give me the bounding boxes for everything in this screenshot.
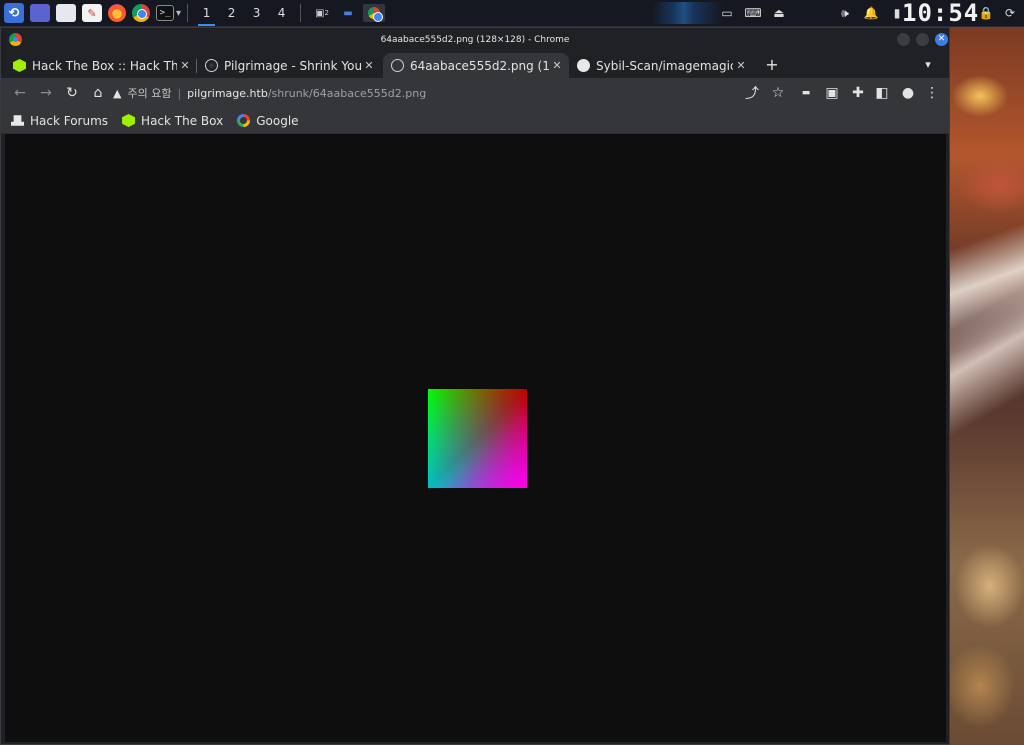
extensions-puzzle-icon[interactable]: ✚	[845, 80, 871, 106]
back-button[interactable]: ←	[7, 80, 33, 106]
lock-icon[interactable]: 🔒	[974, 6, 998, 20]
chrome-window-indicator[interactable]	[363, 4, 386, 22]
close-tab-icon[interactable]: ✕	[549, 59, 565, 72]
chevron-down-icon[interactable]: ▾	[176, 8, 181, 19]
close-tab-icon[interactable]: ✕	[733, 59, 749, 72]
workspace-3[interactable]: 3	[244, 0, 269, 26]
chrome-icon[interactable]	[132, 4, 150, 22]
chrome-window: 64aabace555d2.png (128×128) - Chrome ✕ H…	[0, 27, 950, 745]
bookmark-label: Google	[256, 113, 299, 128]
close-tab-icon[interactable]: ✕	[177, 59, 193, 72]
logout-icon[interactable]: ⟳	[998, 6, 1022, 20]
side-panel-icon[interactable]: ◧	[869, 80, 895, 106]
globe-icon	[391, 59, 404, 72]
minimize-button[interactable]	[897, 33, 910, 46]
monitor-icon[interactable]: ▭	[714, 6, 740, 20]
keyboard-icon[interactable]: ⌨	[740, 6, 766, 20]
system-tray: ▭ ⌨ ⏏ 🕪 🔔 ▮	[714, 0, 910, 26]
close-button[interactable]: ✕	[935, 33, 948, 46]
desktop-icon[interactable]	[30, 4, 50, 22]
share-icon[interactable]: ⤴	[739, 80, 765, 106]
close-tab-icon[interactable]: ✕	[361, 59, 377, 72]
bookmark-star-icon[interactable]: ☆	[765, 80, 791, 106]
hackforums-icon	[11, 115, 24, 126]
gradient-image[interactable]	[428, 389, 527, 488]
notification-bell-icon[interactable]: 🔔	[858, 6, 884, 20]
tab-hack-the-box[interactable]: Hack The Box :: Hack The Box ✕	[5, 53, 197, 78]
tab-label: Hack The Box :: Hack The Box	[32, 58, 177, 73]
tab-label: Pilgrimage - Shrink Your Images	[224, 58, 361, 73]
menu-kebab-icon[interactable]: ⋮	[919, 80, 945, 106]
address-divider: |	[177, 86, 182, 100]
volume-icon[interactable]: 🕪	[832, 6, 858, 21]
system-tray-right: 🔒 ⟳	[974, 0, 1022, 26]
folder-icon[interactable]	[56, 4, 76, 22]
workspace-1[interactable]: 1	[194, 0, 219, 26]
htb-cube-icon	[13, 59, 26, 72]
bookmark-label: Hack The Box	[141, 113, 224, 128]
panel-separator	[300, 4, 302, 22]
tab-label: 64aabace555d2.png (128×128)	[410, 58, 549, 73]
new-tab-button[interactable]: +	[761, 54, 783, 76]
bookmark-hack-the-box[interactable]: Hack The Box	[122, 114, 223, 128]
warning-icon[interactable]: ▲	[113, 87, 121, 100]
terminal-icon[interactable]: >_	[156, 5, 174, 21]
window-title: 64aabace555d2.png (128×128) - Chrome	[380, 35, 570, 45]
task-badge: 2	[324, 9, 329, 17]
workspace-4[interactable]: 4	[269, 0, 294, 26]
maximize-button[interactable]	[916, 33, 929, 46]
panel-clock[interactable]: 10:54	[902, 0, 979, 26]
tab-image-active[interactable]: 64aabace555d2.png (128×128) ✕	[383, 53, 569, 78]
google-icon	[237, 114, 251, 127]
tab-label: Sybil-Scan/imagemagick-lfi-poc	[596, 58, 733, 73]
bookmark-google[interactable]: Google	[237, 113, 299, 128]
security-label[interactable]: 주의 요함	[127, 85, 171, 101]
tab-strip: Hack The Box :: Hack The Box ✕ Pilgrimag…	[1, 52, 949, 78]
forward-button[interactable]: →	[33, 80, 59, 106]
tab-github[interactable]: Sybil-Scan/imagemagick-lfi-poc ✕	[569, 53, 753, 78]
panel-separator	[187, 4, 189, 22]
htb-cube-icon	[122, 114, 136, 127]
tab-search-button[interactable]: ▾	[917, 54, 939, 76]
address-bar[interactable]: ▲ 주의 요함 | pilgrimage.htb/shrunk/64aabace…	[113, 81, 793, 105]
bookmarks-bar: Hack Forums Hack The Box Google	[1, 108, 949, 134]
tab-pilgrimage[interactable]: Pilgrimage - Shrink Your Images ✕	[197, 53, 381, 78]
page-viewport	[5, 134, 946, 742]
network-icon[interactable]: ⏏	[766, 6, 792, 20]
firefox-icon[interactable]	[108, 4, 126, 22]
reload-button[interactable]: ↻	[59, 80, 85, 106]
bookmark-hack-forums[interactable]: Hack Forums	[11, 114, 108, 128]
extension-square-icon[interactable]: ▣	[819, 80, 845, 106]
desktop-wallpaper	[950, 26, 1024, 745]
browser-toolbar: ← → ↻ ⌂ ▲ 주의 요함 | pilgrimage.htb/shrunk/…	[1, 78, 949, 108]
github-icon	[577, 59, 590, 72]
profile-icon[interactable]: ●	[895, 80, 921, 106]
url-host: pilgrimage.htb	[187, 86, 268, 100]
image-shade-layer	[428, 389, 527, 488]
audio-visualizer	[652, 2, 722, 24]
document-icon[interactable]: ✎	[82, 4, 102, 22]
home-button[interactable]: ⌂	[85, 80, 111, 106]
workspace-2[interactable]: 2	[219, 0, 244, 26]
window-titlebar[interactable]: 64aabace555d2.png (128×128) - Chrome ✕	[1, 28, 949, 52]
url-path: /shrunk/64aabace555d2.png	[267, 86, 427, 100]
app-launcher-icon[interactable]: ⟲	[4, 3, 24, 23]
bookmark-label: Hack Forums	[30, 113, 109, 128]
task-switcher-icon[interactable]: ▣ 2	[311, 4, 333, 22]
window-indicator-icon[interactable]: ▬	[337, 4, 359, 22]
globe-icon	[205, 59, 218, 72]
extension-icon[interactable]: ▬	[793, 80, 819, 106]
chrome-icon	[368, 7, 384, 22]
